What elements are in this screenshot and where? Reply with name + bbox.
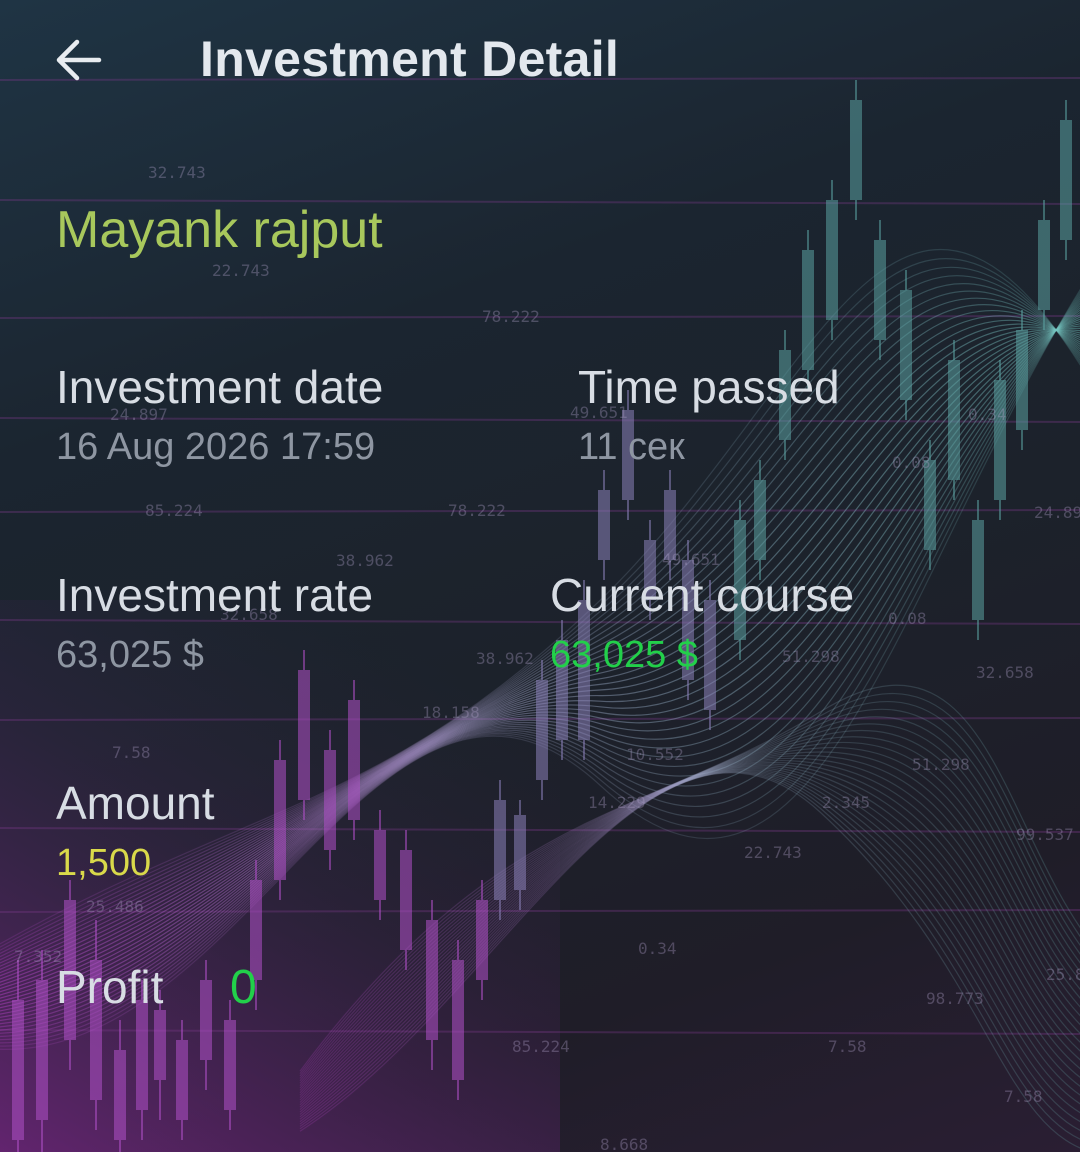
investment-date-label: Investment date bbox=[56, 361, 384, 413]
investment-rate-value: 63,025 $ bbox=[56, 634, 204, 676]
current-course-value: 63,025 $ bbox=[550, 634, 698, 676]
profit-label: Profit bbox=[56, 961, 164, 1013]
detail-content: Investment Detail Mayank rajput Investme… bbox=[0, 0, 1080, 1152]
page-title: Investment Detail bbox=[200, 31, 620, 87]
investment-detail-screen: 32.743 22.743 24.897 49.651 85.224 78.222 38.9… bbox=[0, 0, 1080, 1152]
amount-value: 1,500 bbox=[56, 842, 152, 884]
current-course-label: Current course bbox=[550, 569, 855, 621]
investment-date-value: 16 Aug 2026 17:59 bbox=[56, 426, 376, 468]
profit-value: 0 bbox=[230, 961, 257, 1014]
time-passed-value: 11 сек bbox=[578, 426, 685, 468]
time-passed-label: Time passed bbox=[578, 361, 840, 413]
arrow-left-icon bbox=[56, 39, 102, 81]
back-button[interactable] bbox=[50, 34, 106, 86]
investment-rate-label: Investment rate bbox=[56, 569, 374, 621]
user-name: Mayank rajput bbox=[56, 201, 383, 259]
amount-label: Amount bbox=[56, 777, 215, 829]
